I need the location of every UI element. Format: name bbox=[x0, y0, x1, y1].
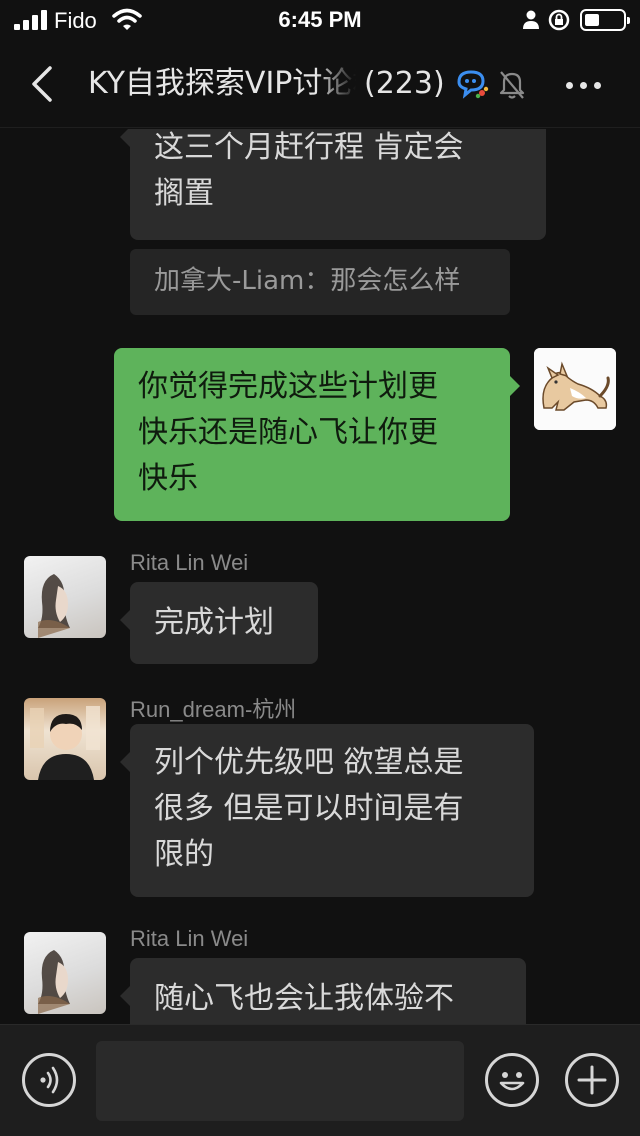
status-bar: Fido 6:45 PM bbox=[0, 0, 640, 40]
message-text-line: 快乐 bbox=[138, 461, 198, 496]
input-bar bbox=[0, 1024, 640, 1136]
message-text-line: 搁置 bbox=[154, 176, 214, 211]
sender-name: Rita Lin Wei bbox=[130, 550, 249, 575]
message-text-line: 列个优先级吧 欲望总是 bbox=[154, 745, 464, 780]
voice-button[interactable] bbox=[22, 1053, 76, 1107]
back-arrow-icon[interactable] bbox=[24, 62, 64, 106]
emoji-icon bbox=[499, 1072, 525, 1091]
message-text: 随心飞也会让我体验不 bbox=[154, 981, 454, 1016]
orientation-lock-icon bbox=[548, 9, 570, 31]
muted-bell-icon bbox=[499, 71, 525, 99]
message-bubble[interactable]: 列个优先级吧 欲望总是 很多 但是可以时间是有 限的 bbox=[120, 724, 534, 897]
quoted-message[interactable]: 加拿大-Liam：那会怎么样 bbox=[130, 249, 510, 315]
person-icon bbox=[523, 10, 539, 29]
more-dots-icon[interactable] bbox=[564, 68, 604, 100]
avatar-self[interactable] bbox=[534, 348, 616, 430]
message-text-line: 限的 bbox=[154, 837, 214, 872]
plus-icon bbox=[577, 1065, 607, 1095]
message-bubble[interactable]: 完成计划 bbox=[120, 582, 318, 664]
avatar-rita[interactable] bbox=[24, 556, 106, 638]
dog-sticker-icon bbox=[534, 348, 616, 430]
message-input[interactable] bbox=[96, 1041, 464, 1121]
avatar-rita[interactable] bbox=[24, 932, 106, 1014]
chat-header: KY自我探索VIP讨论群 (223) bbox=[0, 40, 640, 128]
message-text-line: 这三个月赶行程 肯定会 bbox=[154, 130, 464, 165]
battery-icon bbox=[580, 9, 630, 31]
avatar-photo-icon bbox=[38, 950, 70, 1014]
message-bubble-outgoing[interactable]: 你觉得完成这些计划更 快乐还是随心飞让你更 快乐 bbox=[114, 348, 520, 521]
message-list[interactable]: 这三个月赶行程 肯定会 搁置 加拿大-Liam：那会怎么样 你觉得完成这些计划更… bbox=[0, 129, 640, 1024]
message-text-line: 你觉得完成这些计划更 bbox=[138, 369, 438, 404]
member-count: (223) bbox=[364, 66, 445, 101]
message-text-line: 快乐还是随心飞让你更 bbox=[138, 415, 438, 450]
emoji-button[interactable] bbox=[485, 1053, 539, 1107]
avatar-photo-icon bbox=[38, 574, 70, 638]
message-bubble[interactable]: 这三个月赶行程 肯定会 搁置 bbox=[120, 129, 546, 240]
voice-icon bbox=[40, 1066, 59, 1094]
avatar-run-dream[interactable] bbox=[24, 698, 106, 780]
avatar-photo-icon bbox=[30, 706, 100, 780]
chat-bubble-icon bbox=[457, 70, 489, 99]
clock: 6:45 PM bbox=[278, 7, 362, 32]
message-text-line: 很多 但是可以时间是有 bbox=[154, 791, 464, 826]
plus-button[interactable] bbox=[565, 1053, 619, 1107]
quoted-text: 加拿大-Liam：那会怎么样 bbox=[154, 266, 461, 296]
sender-name: Rita Lin Wei bbox=[130, 926, 249, 951]
sender-name: Run_dream-杭州 bbox=[130, 697, 297, 722]
message-bubble[interactable]: 随心飞也会让我体验不 bbox=[120, 958, 526, 1024]
chat-title[interactable]: KY自我探索VIP讨论群 bbox=[88, 64, 356, 104]
message-text: 完成计划 bbox=[154, 605, 274, 640]
